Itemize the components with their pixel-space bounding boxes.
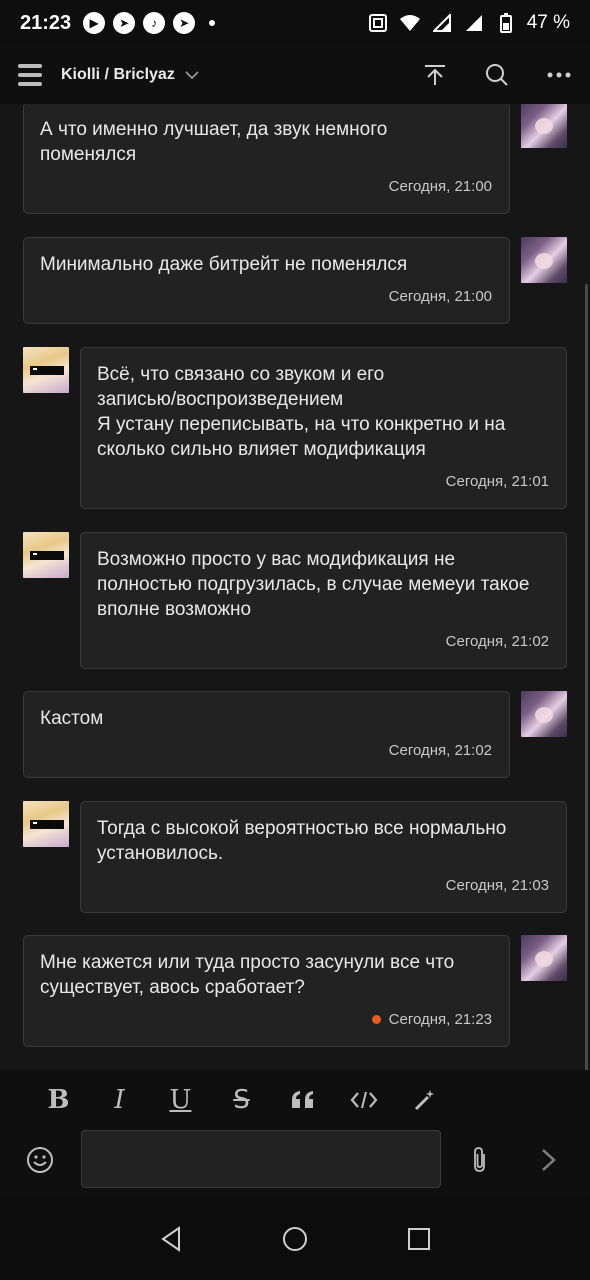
anime-avatar[interactable] [521, 104, 567, 148]
message-bubble[interactable]: Всё, что связано со звуком и его записью… [80, 347, 567, 509]
menu-icon[interactable] [18, 64, 42, 86]
message-text: Минимально даже битрейт не поменялся [40, 254, 408, 275]
conversation-title[interactable]: Kiolli / Briclyaz [61, 66, 175, 84]
attach-icon[interactable] [468, 1146, 492, 1174]
send-icon[interactable] [538, 1146, 560, 1174]
message-bubble[interactable]: Минимально даже битрейт не поменялся Сег… [23, 237, 510, 324]
formatting-toolbar: B I U S [0, 1070, 590, 1130]
message-text: Тогда с высокой вероятностью все нормаль… [97, 818, 507, 864]
telegram-icon: ➤ [113, 12, 136, 34]
youtube-icon: ▶ [83, 12, 106, 34]
more-notifications-icon [209, 20, 216, 26]
message-bubble[interactable]: Мне кажется или туда просто засунули все… [23, 935, 510, 1047]
code-icon [350, 1091, 377, 1109]
message-time: Сегодня, 21:02 [388, 742, 492, 759]
magic-wand-button[interactable] [394, 1080, 455, 1120]
more-options-icon[interactable] [546, 62, 572, 88]
unread-indicator [371, 1015, 381, 1024]
scrollbar[interactable] [585, 284, 588, 1070]
search-icon[interactable] [484, 62, 510, 88]
message-text: Мне кажется или туда просто засунули все… [40, 952, 455, 998]
battery-percent: 47 % [526, 12, 570, 33]
anime-avatar[interactable] [521, 237, 567, 283]
signal-icon [431, 12, 453, 34]
home-icon[interactable] [280, 1224, 310, 1254]
message-text: Всё, что связано со звуком и его записью… [97, 364, 506, 460]
underline-button[interactable]: U [150, 1080, 211, 1120]
message-text: Кастом [40, 708, 104, 729]
scroll-to-top-icon[interactable] [422, 62, 448, 88]
tiktok-icon: ♪ [143, 12, 166, 34]
sunglasses-avatar[interactable] [23, 801, 69, 847]
bold-button[interactable]: B [28, 1080, 89, 1120]
message-bubble[interactable]: А что именно лучшает, да звук немного по… [23, 104, 510, 214]
wifi-icon [399, 12, 421, 34]
magic-wand-icon [414, 1090, 434, 1111]
message-bubble[interactable]: Кастом Сегодня, 21:02 [23, 691, 510, 778]
message-time: Сегодня, 21:23 [388, 1011, 492, 1028]
message-text: А что именно лучшает, да звук немного по… [40, 119, 388, 165]
status-time: 21:23 [20, 11, 72, 34]
sunglasses-avatar[interactable] [23, 532, 69, 578]
message-time: Сегодня, 21:00 [388, 178, 492, 195]
quote-button[interactable] [272, 1080, 333, 1120]
message-bubble[interactable]: Тогда с высокой вероятностью все нормаль… [80, 801, 567, 913]
telegram-icon: ➤ [173, 12, 196, 34]
chat-header: Kiolli / Briclyaz [0, 46, 590, 104]
message-input[interactable] [81, 1130, 441, 1188]
system-navigation-bar [0, 1198, 590, 1280]
message-text: Возможно просто у вас модификация не пол… [97, 549, 530, 620]
chevron-down-icon[interactable] [185, 67, 199, 83]
signal-icon-2 [463, 12, 485, 34]
message-time: Сегодня, 21:02 [445, 633, 549, 650]
status-bar: 21:23 ▶ ➤ ♪ ➤ 47 % [0, 0, 590, 46]
anime-avatar[interactable] [521, 935, 567, 981]
message-time: Сегодня, 21:01 [445, 473, 549, 490]
message-time: Сегодня, 21:00 [388, 288, 492, 305]
nfc-icon [367, 12, 389, 34]
anime-avatar[interactable] [521, 691, 567, 737]
quote-icon [291, 1091, 313, 1108]
italic-button[interactable]: I [89, 1080, 150, 1120]
code-button[interactable] [333, 1080, 394, 1120]
recents-icon[interactable] [404, 1224, 434, 1254]
composer-row [0, 1130, 590, 1198]
message-bubble[interactable]: Возможно просто у вас модификация не пол… [80, 532, 567, 669]
sunglasses-avatar[interactable] [23, 347, 69, 393]
back-icon[interactable] [156, 1224, 186, 1254]
emoji-icon[interactable] [26, 1146, 54, 1174]
strikethrough-button[interactable]: S [211, 1080, 272, 1120]
message-list[interactable]: А что именно лучшает, да звук немного по… [0, 104, 590, 1070]
battery-icon [495, 12, 517, 34]
message-time: Сегодня, 21:03 [445, 877, 549, 894]
notification-icons: ▶ ➤ ♪ ➤ [83, 12, 216, 34]
